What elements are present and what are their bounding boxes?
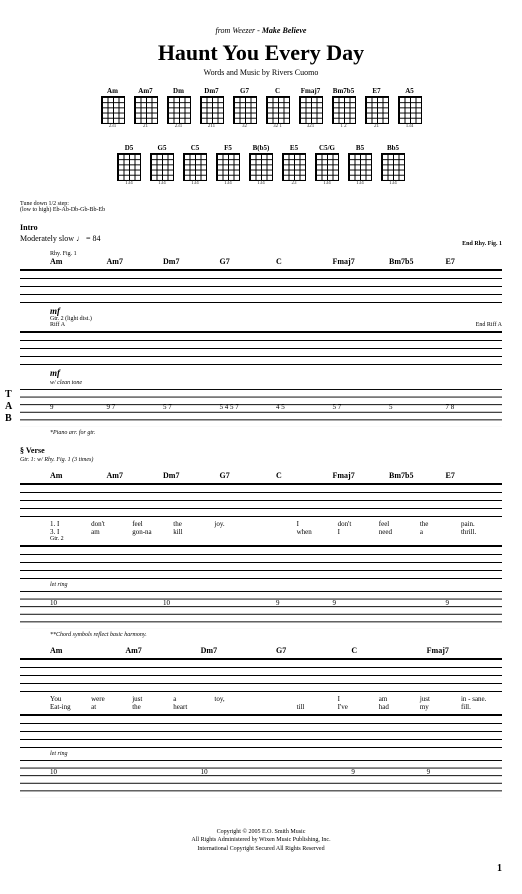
chord-diagram: C32 1 <box>263 87 293 129</box>
chord-diagram: Dm231 <box>164 87 194 129</box>
intro-system: Rhy. Fig. 1 End Rhy. Fig. 1 AmAm7Dm7G7CF… <box>20 251 502 436</box>
chord-symbols: AmAm7Dm7G7CFmaj7 <box>20 646 502 655</box>
chord-diagram-row: Am231Am721Dm231Dm7211G732C32 1Fmaj7321Bm… <box>20 87 502 129</box>
chord-diagram: Dm7211 <box>197 87 227 129</box>
chord-diagram: F5134 <box>213 144 243 186</box>
tablature: 101099 <box>20 760 502 798</box>
chord-diagram: Fmaj7321 <box>296 87 326 129</box>
intro-label: Intro <box>20 223 502 232</box>
dynamic-marking: mf <box>20 306 502 316</box>
tuning-instruction: Tune down 1/2 step: (low to high) Eb-Ab-… <box>20 201 502 213</box>
tablature: 1010999 <box>20 591 502 629</box>
footnote: *Piano arr. for gtr. <box>20 430 502 436</box>
tablature: TAB 99 75 75 4 5 74 55 757 8 <box>20 389 502 427</box>
end-rhy-label: End Rhy. Fig. 1 <box>462 241 502 247</box>
tuning-line: (low to high) Eb-Ab-Db-Gb-Bb-Eb <box>20 207 502 213</box>
chord-diagram: C5/G134 <box>312 144 342 186</box>
chord-diagram-row: D5134G5134C5134F5134B(b5)134E523C5/G134B… <box>20 144 502 186</box>
chord-symbols: AmAm7Dm7G7CFmaj7Bm7b5E7 <box>20 471 502 480</box>
chord-diagram: Am721 <box>131 87 161 129</box>
let-ring: let ring <box>20 751 502 757</box>
footnote: **Chord symbols reflect basic harmony. <box>20 632 502 638</box>
chord-diagram: Bm7b51 2 <box>329 87 359 129</box>
riff-a-label: Riff A <box>20 322 502 328</box>
tab-numbers: 1010999 <box>20 599 502 607</box>
gtr-instruction: Gtr. 1: w/ Rhy. Fig. 1 (3 times) <box>20 457 502 463</box>
chord-diagram: E523 <box>279 144 309 186</box>
chord-diagram: Am231 <box>98 87 128 129</box>
tab-numbers: 101099 <box>20 768 502 776</box>
album-name: Make Believe <box>262 26 307 35</box>
notation-staff <box>20 483 502 517</box>
chord-diagram: G732 <box>230 87 260 129</box>
chord-diagram: Bb5134 <box>378 144 408 186</box>
gtr2-label: Gtr. 2 <box>20 536 502 542</box>
verse-label: § Verse <box>20 446 502 455</box>
lyrics-line: 3. Iamgon-nakillwhenIneedathrill. <box>20 528 502 536</box>
page-number: 1 <box>20 863 502 874</box>
chord-diagram: D5134 <box>114 144 144 186</box>
lyrics-line: Youwerejustatoy,Iamjustin - sane. <box>20 695 502 703</box>
tone-instruction: w/ clean tone <box>20 380 502 386</box>
notation-staff <box>20 269 502 303</box>
chord-diagram: G5134 <box>147 144 177 186</box>
verse-system-1: AmAm7Dm7G7CFmaj7Bm7b5E7 1. Idon'tfeelthe… <box>20 471 502 638</box>
copyright-line: Copyright © 2005 E.O. Smith Music <box>20 828 502 836</box>
chord-diagram: A5134 <box>395 87 425 129</box>
lyrics-line: 1. Idon'tfeelthejoy.Idon'tfeelthepain. <box>20 520 502 528</box>
notation-staff <box>20 714 502 748</box>
tab-label: TAB <box>5 389 12 425</box>
let-ring: let ring <box>20 582 502 588</box>
album-line: from Weezer - Make Believe <box>20 20 502 38</box>
dynamic-marking: mf <box>20 368 502 378</box>
copyright-line: All Rights Administered by Wixen Music P… <box>20 836 502 844</box>
copyright-line: International Copyright Secured All Righ… <box>20 845 502 853</box>
album-prefix: from Weezer - <box>216 26 262 35</box>
verse-system-2: AmAm7Dm7G7CFmaj7 Youwerejustatoy,Iamjust… <box>20 646 502 798</box>
chord-diagram: E721 <box>362 87 392 129</box>
tempo-marking: Moderately slow ♩ = 84 <box>20 234 502 243</box>
song-title: Haunt You Every Day <box>20 40 502 66</box>
copyright: Copyright © 2005 E.O. Smith Music All Ri… <box>20 828 502 853</box>
chord-diagram: B(b5)134 <box>246 144 276 186</box>
end-riff-label: End Riff A <box>476 322 502 328</box>
chord-symbols: End Rhy. Fig. 1 AmAm7Dm7G7CFmaj7Bm7b5E7 <box>20 257 502 266</box>
tab-numbers: 99 75 75 4 5 74 55 757 8 <box>20 403 502 411</box>
credits: Words and Music by Rivers Cuomo <box>20 68 502 77</box>
notation-staff: End Riff A <box>20 331 502 365</box>
notation-staff <box>20 545 502 579</box>
chord-diagram: B5134 <box>345 144 375 186</box>
notation-staff <box>20 658 502 692</box>
chord-diagram: C5134 <box>180 144 210 186</box>
lyrics-line: Eat-ingatthehearttillI'vehadmyfill. <box>20 703 502 711</box>
